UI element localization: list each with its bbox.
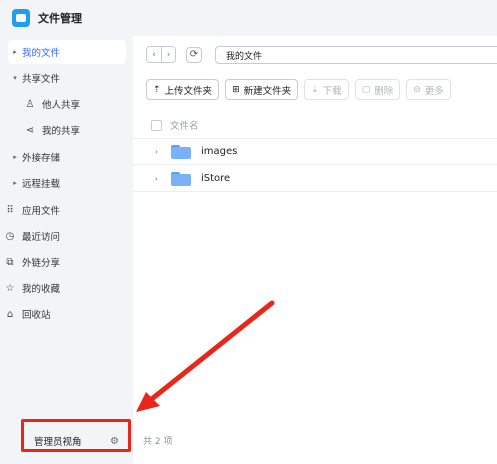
delete-label: 删除 bbox=[374, 85, 394, 97]
sidebar-item-my-shares[interactable]: ⋖ 我的共享 bbox=[22, 118, 126, 142]
select-all-checkbox[interactable] bbox=[151, 119, 162, 131]
sidebar-item-recent[interactable]: ◷ 最近访问 bbox=[2, 224, 120, 248]
more-button[interactable]: ⊖ 更多 bbox=[406, 79, 451, 100]
table-row[interactable]: › images bbox=[133, 139, 497, 165]
sidebar-item-label: 最近访问 bbox=[22, 232, 61, 243]
sidebar-item-shared-with-me[interactable]: ♙ 他人共享 bbox=[22, 92, 126, 116]
main-panel: ‹ › ⟳ 我的文件 ⇡ 上传文件夹 ⊞ 新建文件夹 ⇣ 下载 ▢ 删除 ⊖ 更… bbox=[133, 36, 497, 464]
app-title: 文件管理 bbox=[38, 12, 82, 25]
sidebar-item-label: 远程挂载 bbox=[22, 179, 61, 190]
file-name: images bbox=[201, 146, 238, 157]
share-icon: ⋖ bbox=[25, 124, 35, 136]
title-bar: 文件管理 bbox=[0, 0, 497, 36]
sidebar-item-label: 他人共享 bbox=[42, 100, 81, 111]
file-list-header: 文件名 bbox=[151, 118, 199, 132]
expand-icon[interactable]: › bbox=[155, 175, 165, 183]
new-folder-label: 新建文件夹 bbox=[243, 85, 292, 97]
refresh-button[interactable]: ⟳ bbox=[186, 46, 202, 63]
trash-icon: ⌂ bbox=[6, 308, 14, 320]
column-header-filename: 文件名 bbox=[170, 121, 199, 132]
back-button[interactable]: ‹ bbox=[147, 47, 161, 62]
folder-icon bbox=[171, 144, 191, 159]
more-label: 更多 bbox=[424, 85, 444, 97]
history-buttons: ‹ › bbox=[146, 46, 176, 63]
navigation-bar: ‹ › ⟳ bbox=[146, 46, 202, 63]
people-icon: ♙ bbox=[25, 98, 35, 110]
sidebar-item-favorites[interactable]: ☆ 我的收藏 bbox=[2, 276, 120, 300]
more-icon: ⊖ bbox=[413, 84, 421, 95]
upload-folder-button[interactable]: ⇡ 上传文件夹 bbox=[146, 79, 220, 100]
sidebar-item-label: 我的文件 bbox=[22, 48, 61, 59]
sidebar: ▸ 我的文件 ▾ 共享文件 ♙ 他人共享 ⋖ 我的共享 ▸ 外接存储 ▸ 远程挂… bbox=[0, 36, 133, 464]
sidebar-item-external-links[interactable]: ⧉ 外链分享 bbox=[2, 250, 120, 274]
sidebar-item-label: 应用文件 bbox=[22, 206, 61, 217]
expand-icon[interactable]: › bbox=[155, 148, 165, 156]
item-count: 共 2 项 bbox=[143, 437, 173, 447]
sidebar-item-app-files[interactable]: ⠿ 应用文件 bbox=[2, 198, 120, 222]
sidebar-item-my-files[interactable]: ▸ 我的文件 bbox=[8, 40, 126, 64]
upload-folder-label: 上传文件夹 bbox=[164, 85, 213, 97]
upload-icon: ⇡ bbox=[153, 84, 161, 95]
table-row[interactable]: › iStore bbox=[133, 166, 497, 192]
folder-icon bbox=[171, 171, 191, 186]
sidebar-item-label: 回收站 bbox=[22, 310, 51, 321]
new-folder-button[interactable]: ⊞ 新建文件夹 bbox=[225, 79, 299, 100]
file-name: iStore bbox=[201, 173, 231, 184]
sidebar-item-label: 外接存储 bbox=[22, 153, 61, 164]
caret-right-icon: ▸ bbox=[13, 48, 17, 56]
clock-icon: ◷ bbox=[5, 230, 15, 242]
path-input[interactable]: 我的文件 bbox=[215, 46, 497, 64]
sidebar-item-external-storage[interactable]: ▸ 外接存储 bbox=[8, 145, 126, 169]
app-logo-icon bbox=[12, 9, 30, 27]
download-button[interactable]: ⇣ 下载 bbox=[304, 79, 349, 100]
external-link-icon: ⧉ bbox=[6, 256, 14, 268]
download-icon: ⇣ bbox=[311, 84, 319, 95]
caret-right-icon: ▸ bbox=[13, 179, 17, 187]
star-icon: ☆ bbox=[5, 282, 15, 294]
delete-button[interactable]: ▢ 删除 bbox=[354, 79, 401, 100]
download-label: 下载 bbox=[322, 85, 342, 97]
forward-button[interactable]: › bbox=[161, 47, 175, 62]
sidebar-item-label: 外链分享 bbox=[22, 258, 61, 269]
caret-right-icon: ▸ bbox=[13, 153, 17, 161]
sidebar-item-remote-mount[interactable]: ▸ 远程挂载 bbox=[8, 171, 126, 195]
trash-icon: ▢ bbox=[361, 84, 371, 95]
sidebar-item-label: 我的共享 bbox=[42, 126, 81, 137]
toolbar: ⇡ 上传文件夹 ⊞ 新建文件夹 ⇣ 下载 ▢ 删除 ⊖ 更多 bbox=[146, 79, 457, 100]
new-folder-icon: ⊞ bbox=[232, 84, 240, 95]
apps-icon: ⠿ bbox=[6, 204, 14, 216]
caret-down-icon: ▾ bbox=[13, 74, 17, 82]
sidebar-item-recycle-bin[interactable]: ⌂ 回收站 bbox=[2, 302, 120, 326]
sidebar-item-label: 共享文件 bbox=[22, 74, 61, 85]
sidebar-item-shared-files[interactable]: ▾ 共享文件 bbox=[8, 66, 126, 90]
sidebar-item-label: 我的收藏 bbox=[22, 284, 61, 295]
highlight-box bbox=[21, 419, 131, 452]
